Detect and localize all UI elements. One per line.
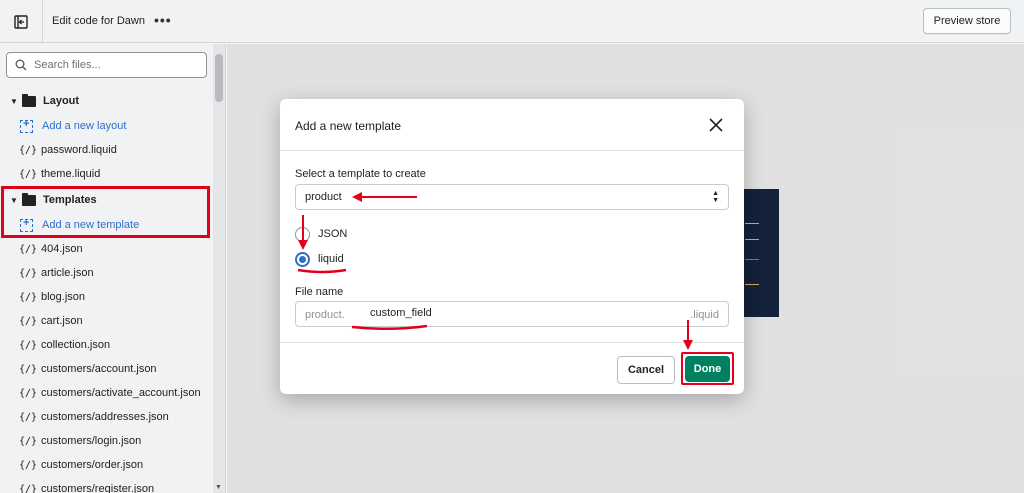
file-item[interactable]: {/} cart.json <box>0 309 83 333</box>
add-layout-link[interactable]: Add a new layout <box>0 114 126 138</box>
exit-button[interactable] <box>0 0 43 43</box>
file-item[interactable]: {/} customers/activate_account.json <box>0 381 201 405</box>
code-file-icon: {/} <box>19 459 38 471</box>
code-file-icon: {/} <box>19 387 38 399</box>
background-preview <box>743 189 779 317</box>
preview-store-button[interactable]: Preview store <box>923 8 1011 34</box>
radio-button-liquid[interactable] <box>295 251 310 267</box>
exit-icon <box>14 14 28 29</box>
code-file-icon: {/} <box>19 267 38 279</box>
file-name-field[interactable]: product. .liquid <box>295 301 729 327</box>
caret-down-icon: ▼ <box>10 96 18 106</box>
template-select[interactable]: product ▲ ▼ <box>295 184 729 210</box>
top-bar: Edit code for Dawn ••• Preview store <box>0 0 1024 43</box>
file-sidebar: ▼ Layout Add a new layout {/} password.l… <box>0 44 226 493</box>
file-item[interactable]: {/} customers/order.json <box>0 453 143 477</box>
file-item[interactable]: {/} customers/addresses.json <box>0 405 169 429</box>
done-button[interactable]: Done <box>685 356 730 382</box>
file-item[interactable]: {/} collection.json <box>0 333 110 357</box>
file-item[interactable]: {/} theme.liquid <box>0 162 100 186</box>
radio-button-json[interactable] <box>295 226 310 242</box>
code-file-icon: {/} <box>19 291 38 303</box>
code-file-icon: {/} <box>19 144 38 156</box>
code-file-icon: {/} <box>19 411 38 423</box>
add-file-icon <box>20 118 33 133</box>
file-name-input[interactable] <box>370 307 670 319</box>
file-name-label: File name <box>295 286 344 298</box>
file-item[interactable]: {/} blog.json <box>0 285 85 309</box>
code-file-icon: {/} <box>19 168 38 180</box>
dialog-title: Add a new template <box>295 119 402 133</box>
dialog-header: Add a new template <box>280 99 744 151</box>
search-box[interactable] <box>6 52 207 78</box>
sidebar-scrollbar[interactable]: ▼ <box>213 44 225 493</box>
file-item[interactable]: {/} customers/login.json <box>0 429 141 453</box>
radio-liquid[interactable]: liquid <box>295 249 344 269</box>
file-item[interactable]: {/} 404.json <box>0 237 83 261</box>
file-item[interactable]: {/} article.json <box>0 261 94 285</box>
file-item[interactable]: {/} customers/register.json <box>0 477 154 493</box>
code-file-icon: {/} <box>19 315 38 327</box>
folder-icon <box>22 93 36 107</box>
code-file-icon: {/} <box>19 483 38 493</box>
file-item[interactable]: {/} customers/account.json <box>0 357 157 381</box>
code-file-icon: {/} <box>19 243 38 255</box>
cancel-button[interactable]: Cancel <box>617 356 675 384</box>
search-icon <box>15 59 27 71</box>
scroll-down-icon[interactable]: ▼ <box>215 484 222 491</box>
scrollbar-thumb[interactable] <box>215 54 223 102</box>
template-select-value: product <box>305 191 342 203</box>
radio-json[interactable]: JSON <box>295 224 347 244</box>
more-actions-button[interactable]: ••• <box>154 12 172 28</box>
dialog-footer: Cancel Done <box>280 342 744 394</box>
code-file-icon: {/} <box>19 363 38 375</box>
code-file-icon: {/} <box>19 435 38 447</box>
folder-layout[interactable]: ▼ Layout <box>0 89 79 113</box>
code-file-icon: {/} <box>19 339 38 351</box>
select-arrows-icon: ▲ ▼ <box>712 190 719 204</box>
close-icon[interactable] <box>707 116 725 134</box>
add-template-dialog: Add a new template Select a template to … <box>280 99 744 394</box>
file-item[interactable]: {/} password.liquid <box>0 138 117 162</box>
select-label: Select a template to create <box>295 168 426 180</box>
annotation-highlight-templates <box>1 186 210 238</box>
file-name-suffix: .liquid <box>690 309 719 321</box>
search-input[interactable] <box>34 59 194 71</box>
page-title: Edit code for Dawn <box>52 15 145 27</box>
file-name-prefix: product. <box>305 309 345 321</box>
